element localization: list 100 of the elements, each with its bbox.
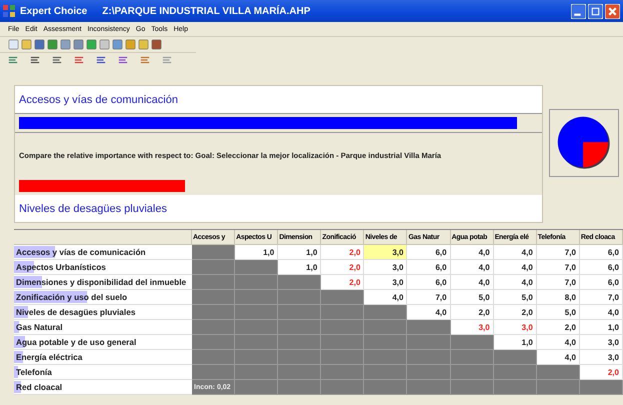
disabled-cell [321,320,364,335]
disabled-cell [278,290,322,305]
disabled-cell [278,350,322,365]
judgment-cell[interactable]: 6,0 [580,260,623,275]
disabled-cell [192,305,236,320]
restore-icon[interactable] [588,4,603,18]
judgment-cell[interactable]: 4,0 [494,275,537,290]
disabled-cell [192,245,236,260]
judgment-cell[interactable]: 2,0 [494,305,537,320]
judgment-cell[interactable]: 1,0 [580,320,623,335]
disabled-cell [580,380,623,395]
disabled-cell [192,365,236,380]
disabled-cell [494,365,537,380]
judgment-cell[interactable]: 3,0 [494,320,537,335]
toolbar-icon[interactable] [52,55,62,65]
disabled-cell [321,335,364,350]
toolbar-icon[interactable] [86,39,97,50]
disabled-cell [321,350,364,365]
row-label[interactable]: Zonificación y uso del suelo [14,292,128,302]
app-icon [3,5,15,17]
judgment-cell[interactable]: 8,0 [536,290,580,305]
disabled-cell [321,290,364,305]
judgment-cell[interactable]: 5,0 [494,290,537,305]
judgment-cell[interactable]: 6,0 [407,275,451,290]
toolbar-icon[interactable] [34,39,45,50]
disabled-cell [364,365,408,380]
disabled-cell [192,320,236,335]
judgment-cell[interactable]: 2,0 [321,260,364,275]
row-label[interactable]: Telefonía [14,367,52,377]
disabled-cell [321,365,364,380]
toolbar-icon[interactable] [151,39,162,50]
judgment-cell[interactable]: 2,0 [450,305,494,320]
judgment-cell[interactable]: 6,0 [407,245,451,260]
judgment-cell[interactable]: 5,0 [536,305,580,320]
judgment-cell[interactable]: 7,0 [536,260,580,275]
judgment-cell[interactable]: 3,0 [364,260,408,275]
judgment-cell[interactable]: 3,0 [580,350,623,365]
disabled-cell [536,365,580,380]
row-label[interactable]: Agua potable y de uso general [14,337,136,347]
toolbar-icon[interactable] [118,55,128,65]
toolbar-icon[interactable] [60,39,71,50]
judgment-cell[interactable]: 7,0 [536,275,580,290]
disabled-cell [536,380,580,395]
disabled-cell [278,365,322,380]
disabled-cell [364,335,408,350]
toolbar-icon[interactable] [73,39,84,50]
toolbar-icon[interactable] [140,55,150,65]
toolbar-icon[interactable] [47,39,58,50]
file-path: Z:\PARQUE INDUSTRIAL VILLA MARÍA.AHP [102,6,310,16]
toolbar-icon[interactable] [99,39,110,50]
row-label[interactable]: Energía eléctrica [14,352,82,362]
toolbar-icon[interactable] [138,39,149,50]
row-label[interactable]: Accesos y vías de comunicación [14,247,146,257]
disabled-cell [407,380,451,395]
item-name: Accesos y vías de comunicación [19,94,178,106]
judgment-cell[interactable]: 7,0 [536,245,580,260]
item-name: Niveles de desagües pluviales [19,202,167,214]
judgment-cell[interactable]: 3,0 [364,275,408,290]
judgment-cell[interactable]: 7,0 [407,290,451,305]
disabled-cell [192,275,236,290]
row-label[interactable]: Niveles de desagües pluviales [14,307,136,317]
disabled-cell [235,320,278,335]
judgment-cell[interactable]: 4,0 [494,260,537,275]
judgment-cell[interactable]: 6,0 [407,260,451,275]
judgment-cell[interactable]: 4,0 [580,305,623,320]
disabled-cell [407,350,451,365]
toolbar-icon[interactable] [30,55,40,65]
disabled-cell [235,335,278,350]
toolbar-icon[interactable] [21,39,32,50]
toolbar-icon[interactable] [125,39,136,50]
judgment-cell[interactable]: 3,0 [580,335,623,350]
toolbar-icon[interactable] [96,55,106,65]
disabled-cell [235,365,278,380]
judgment-cell[interactable]: 4,0 [536,335,580,350]
toolbar-icon[interactable] [74,55,84,65]
close-icon[interactable] [605,4,620,18]
disabled-cell [494,380,537,395]
disabled-cell [235,275,278,290]
toolbar-icon[interactable] [112,39,123,50]
judgment-cell[interactable]: 4,0 [494,245,537,260]
disabled-cell [278,320,322,335]
judgment-cell[interactable]: 7,0 [580,290,623,305]
judgment-cell[interactable]: 5,0 [450,290,494,305]
minimize-icon[interactable] [571,4,586,18]
judgment-cell[interactable]: 6,0 [580,275,623,290]
row-label[interactable]: Dimensiones y disponibilidad del inmueble [14,277,186,287]
judgment-cell[interactable]: 3,0 [364,245,408,260]
disabled-cell [364,305,408,320]
judgment-cell[interactable]: 4,0 [450,245,494,260]
judgment-cell[interactable]: 1,0 [278,245,322,260]
disabled-cell [278,275,322,290]
judgment-cell[interactable]: 4,0 [450,260,494,275]
disabled-cell [450,350,494,365]
judgment-cell[interactable]: 2,0 [536,320,580,335]
judgment-cell[interactable]: 4,0 [450,275,494,290]
row-label[interactable]: Aspectos Urbanísticos [14,262,106,272]
toolbar-icon[interactable] [8,55,18,65]
row-label[interactable]: Red cloacal [14,382,62,392]
judgment-cell[interactable]: 6,0 [580,245,623,260]
row-label[interactable]: Gas Natural [14,322,63,332]
